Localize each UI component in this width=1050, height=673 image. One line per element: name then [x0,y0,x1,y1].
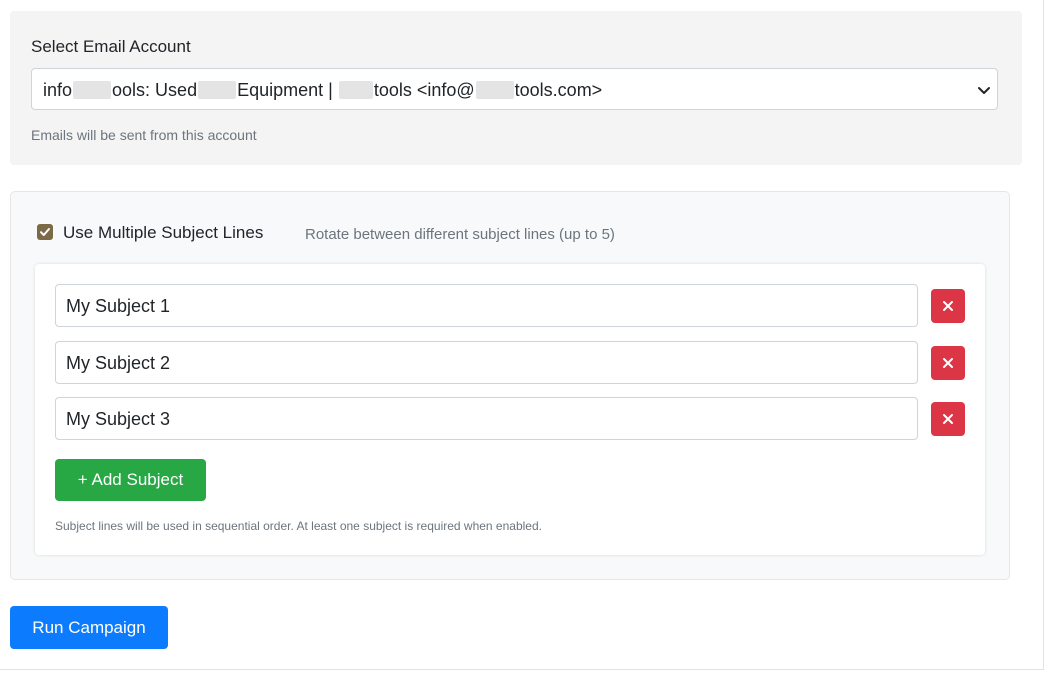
email-account-selected-value: info ools: Used Equipment | tools <info@ to… [43,80,602,101]
remove-subject-3-button[interactable] [931,402,965,436]
add-subject-button[interactable]: + Add Subject [55,459,206,501]
subject-list-card: My Subject 1 My Subject 2 My Subject 3 +… [35,264,985,555]
account-text-part: tools <info@ [373,80,475,100]
redacted-mask [338,81,373,99]
close-icon [943,414,953,424]
subject-input-1[interactable]: My Subject 1 [55,284,918,327]
check-icon [40,228,50,236]
account-text-part: ools: Used [112,80,198,100]
panel-border-bottom [0,669,1044,670]
email-account-select[interactable]: info ools: Used Equipment | tools <info@ to… [31,68,998,110]
email-account-panel: Select Email Account info ools: Used Equip… [10,11,1022,165]
account-text-part: info [43,80,73,100]
redacted-mask [475,81,514,99]
account-text-part: Equipment | [237,80,333,100]
remove-subject-1-button[interactable] [931,289,965,323]
subject-input-3[interactable]: My Subject 3 [55,397,918,440]
email-account-label: Select Email Account [31,37,191,56]
subject-lines-help: Subject lines will be used in sequential… [55,519,542,533]
redacted-mask [198,81,237,99]
multiple-subjects-help: Rotate between different subject lines (… [305,226,615,243]
account-text-part: tools.com> [514,80,603,100]
remove-subject-2-button[interactable] [931,346,965,380]
redacted-mask [73,81,112,99]
chevron-down-icon [978,87,990,94]
multiple-subjects-checkbox[interactable] [37,224,53,240]
close-icon [943,301,953,311]
subject-lines-panel: Use Multiple Subject Lines Rotate betwee… [10,191,1010,580]
subject-input-value: My Subject 3 [66,409,171,429]
subject-input-value: My Subject 2 [66,353,171,373]
subject-input-value: My Subject 1 [66,296,171,316]
campaign-form: Select Email Account info ools: Used Equip… [0,0,1050,673]
close-icon [943,358,953,368]
panel-border-right [1043,0,1044,670]
email-account-help: Emails will be sent from this account [31,127,257,143]
run-campaign-button[interactable]: Run Campaign [10,606,168,649]
multiple-subjects-label[interactable]: Use Multiple Subject Lines [63,223,263,243]
subject-input-2[interactable]: My Subject 2 [55,341,918,384]
